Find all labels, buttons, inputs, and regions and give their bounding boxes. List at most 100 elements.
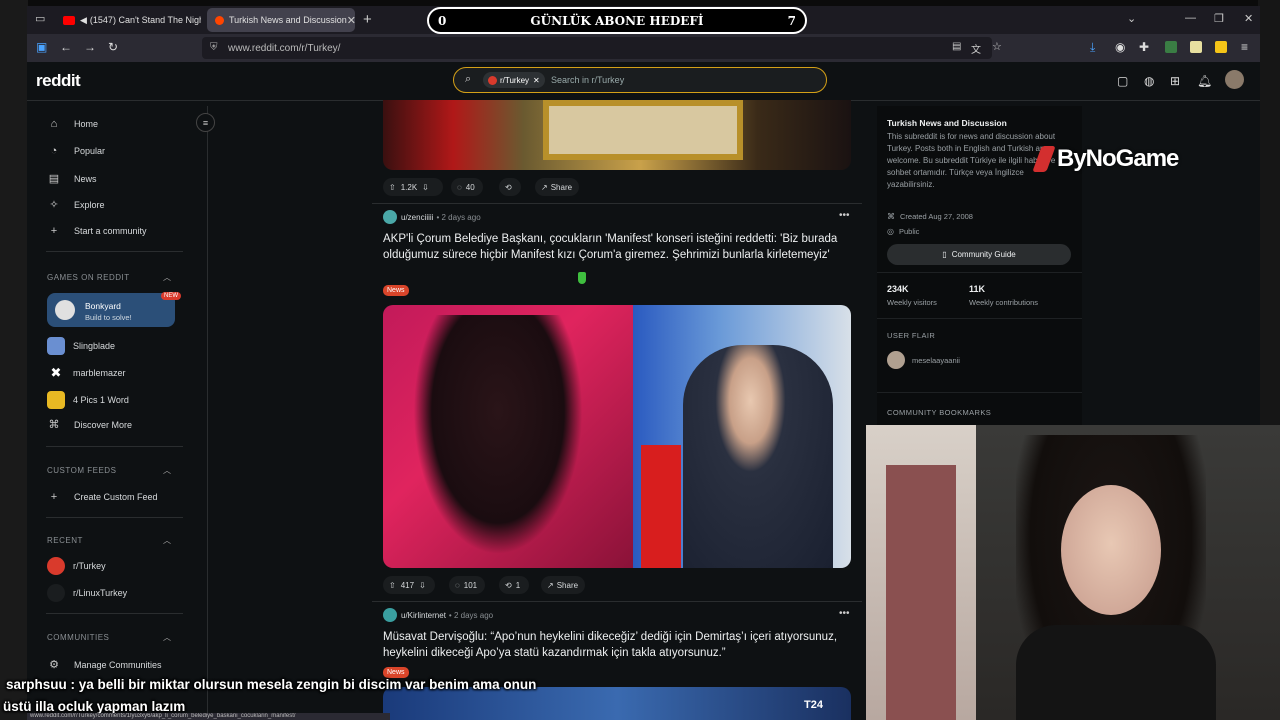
sidebar-item-popular[interactable]: ◔ Popular — [47, 145, 105, 157]
post-image[interactable] — [383, 100, 851, 170]
nav-label: r/Turkey — [73, 561, 106, 571]
close-tab-icon[interactable]: ✕ — [347, 14, 355, 27]
tab-reddit[interactable]: Turkish News and Discussion ✕ — [207, 8, 355, 32]
post-time: • 2 days ago — [448, 610, 494, 620]
search-icon: ⌕ — [465, 73, 472, 85]
user-avatar[interactable] — [1225, 70, 1244, 89]
community-guide-button[interactable]: ▯ Community Guide — [887, 244, 1071, 265]
post-title[interactable]: Müsavat Dervişoğlu: “Apo’nun heykelini d… — [383, 629, 839, 661]
create-custom-feed[interactable]: + Create Custom Feed — [47, 491, 158, 503]
search-bar[interactable]: ⌕ r/Turkey ✕ Search in r/Turkey — [453, 67, 827, 93]
sidebar-item-4pics1word[interactable]: 4 Pics 1 Word — [47, 391, 129, 409]
tab-list-chevron-icon[interactable]: ⌄ — [1127, 12, 1136, 25]
community-chip[interactable]: r/Turkey ✕ — [483, 72, 545, 88]
extensions-icon[interactable]: ✚ — [1139, 40, 1149, 54]
sidebar-item-news[interactable]: ▤ News — [47, 172, 97, 185]
share-button[interactable]: ↗ Share — [541, 576, 585, 594]
recent-label: RECENT — [47, 536, 83, 545]
account-icon[interactable]: ◉ — [1115, 40, 1125, 54]
reader-icon[interactable]: ▤ — [952, 41, 961, 52]
post-author[interactable]: u/zenciiiii • 2 days ago — [383, 210, 481, 224]
address-bar[interactable]: ⛨ www.reddit.com/r/Turkey/ ▤ 文 ☆ — [202, 37, 1002, 59]
remove-chip-icon[interactable]: ✕ — [533, 76, 540, 85]
post-author[interactable]: u/Kirlinternet • 2 days ago — [383, 608, 493, 622]
chevron-up-icon[interactable]: ︿ — [163, 632, 171, 643]
comment-icon: ◌ — [455, 580, 460, 590]
forward-icon[interactable]: → — [84, 40, 96, 54]
vote-pill[interactable]: ⇧ 417 ⇩ — [383, 576, 435, 594]
chevron-up-icon[interactable]: ︿ — [163, 465, 171, 476]
divider — [877, 392, 1082, 393]
vote-count: 417 — [400, 580, 415, 590]
manage-communities[interactable]: ⚙ Manage Communities — [47, 658, 162, 671]
back-icon[interactable]: ← — [60, 40, 72, 54]
site-info-icon[interactable]: ⛨ — [210, 42, 218, 53]
downloads-icon[interactable]: ⤓ — [1090, 40, 1095, 55]
downvote-icon[interactable]: ⇩ — [419, 581, 426, 590]
upvote-icon[interactable]: ⇧ — [389, 581, 396, 590]
navigation-bar: ▣ ← → ↻ ⛨ www.reddit.com/r/Turkey/ ▤ 文 ☆… — [27, 34, 1260, 62]
sidebar-item-bonkyard[interactable]: Bonkyard Build to solve! — [47, 293, 175, 327]
reddit-header: reddit ⌕ r/Turkey ✕ Search in r/Turkey — [27, 62, 1260, 101]
comment-icon: ◌ — [457, 182, 462, 192]
nav-label: 4 Pics 1 Word — [73, 395, 129, 405]
reddit-logo[interactable]: reddit — [36, 71, 81, 91]
community-title: Turkish News and Discussion — [887, 118, 1007, 128]
new-tab-icon[interactable]: + — [363, 11, 372, 28]
tab-youtube[interactable]: ◀ (1547) Can't Stand The Night ✕ — [55, 8, 201, 32]
turkey-flag-icon — [488, 75, 497, 85]
post-flair[interactable]: News — [383, 285, 409, 296]
downvote-icon[interactable]: ⇩ — [422, 183, 429, 192]
youtube-icon — [63, 15, 75, 25]
search-placeholder: Search in r/Turkey — [551, 75, 625, 85]
turkey-community-icon — [47, 557, 65, 575]
maximize-icon[interactable]: ❐ — [1214, 12, 1224, 25]
sidebar-item-slingblade[interactable]: Slingblade — [47, 337, 115, 355]
notifications-icon[interactable]: 🔔︎ — [1197, 74, 1212, 88]
share-button[interactable]: ↗ Share — [535, 178, 579, 196]
user-flair[interactable]: meselaayaanii — [887, 351, 960, 369]
crosspost-button[interactable]: ⟲ — [499, 178, 521, 196]
chevron-up-icon[interactable]: ︿ — [163, 272, 171, 283]
comment-count: 40 — [465, 182, 475, 192]
chat-icon[interactable]: ◍ — [1144, 74, 1154, 88]
upvote-icon[interactable]: ⇧ — [389, 183, 396, 192]
collapse-sidebar-button[interactable]: ≡ — [196, 113, 215, 132]
post-image[interactable] — [383, 305, 851, 568]
bonkyard-icon — [55, 300, 75, 320]
menu-icon[interactable]: ≡ — [1241, 40, 1248, 54]
more-options-icon[interactable]: ••• — [839, 608, 850, 619]
post-title[interactable]: AKP'li Çorum Belediye Başkanı, çocukları… — [383, 231, 839, 263]
note-extension-icon[interactable] — [1190, 41, 1202, 53]
close-window-icon[interactable]: ✕ — [1244, 12, 1253, 25]
bookmark-star-icon[interactable]: ☆ — [992, 40, 1002, 53]
sidebar-item-marblemazer[interactable]: ✖ marblemazer — [47, 364, 126, 382]
sidebar-item-explore[interactable]: ✧ Explore — [47, 198, 104, 211]
share-icon: ↗ — [541, 182, 548, 192]
nav-label: Manage Communities — [74, 659, 162, 670]
vote-pill[interactable]: ⇧ 1.2K ⇩ — [383, 178, 443, 196]
minimize-icon[interactable]: — — [1185, 12, 1196, 24]
reload-icon[interactable]: ↻ — [108, 40, 118, 54]
translate-icon[interactable]: 文 — [971, 41, 981, 56]
comments-button[interactable]: ◌ 40 — [451, 178, 483, 196]
recent-item-turkey[interactable]: r/Turkey — [47, 557, 106, 575]
advertise-icon[interactable]: ▢ — [1117, 74, 1128, 88]
created-text: Created Aug 27, 2008 — [900, 212, 973, 221]
games-section-label: GAMES ON REDDIT — [47, 273, 130, 282]
image-speaker — [683, 345, 833, 568]
sidebar-item-discover-more[interactable]: ⌘ Discover More — [47, 418, 133, 431]
chevron-up-icon[interactable]: ︿ — [163, 535, 171, 546]
comments-button[interactable]: ◌ 101 — [449, 576, 485, 594]
more-options-icon[interactable]: ••• — [839, 210, 850, 221]
w-extension-icon[interactable] — [1215, 41, 1227, 53]
crosspost-button[interactable]: ⟲ 1 — [499, 576, 529, 594]
create-post-icon[interactable]: ⊞ — [1170, 74, 1180, 88]
sidebar-item-start-community[interactable]: + Start a community — [47, 225, 147, 237]
recent-item-linuxturkey[interactable]: r/LinuxTurkey — [47, 584, 127, 602]
sidebar-toggle-icon[interactable]: ▣ — [36, 40, 47, 54]
sidebar-item-home[interactable]: ⌂ Home — [47, 118, 98, 130]
audio-icon[interactable]: ◀ — [80, 15, 87, 26]
tab-overview-icon[interactable]: ▭ — [35, 12, 45, 25]
shield-extension-icon[interactable] — [1165, 41, 1177, 53]
